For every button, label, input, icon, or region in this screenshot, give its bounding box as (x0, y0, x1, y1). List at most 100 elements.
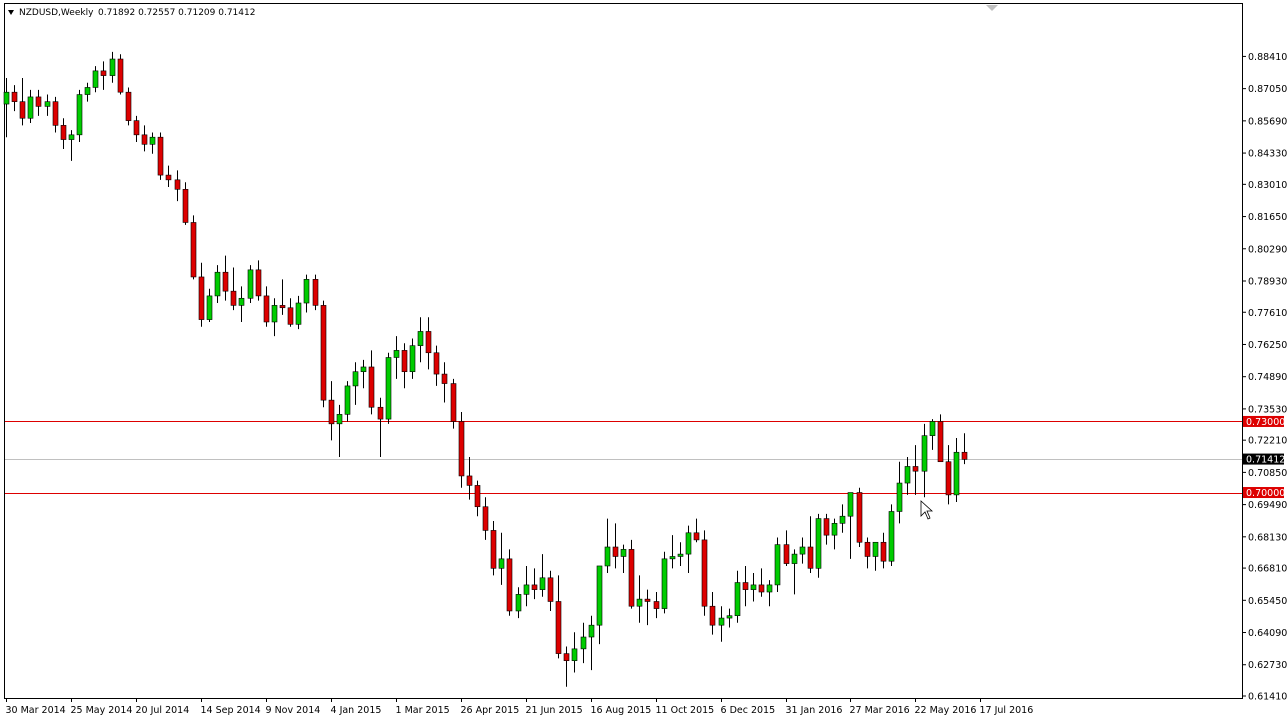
candle (125, 87, 132, 126)
bear-candle-body (401, 350, 408, 373)
candle (921, 423, 928, 498)
bear-candle-body (450, 383, 457, 422)
price-tick-label: 0.87050 (1248, 84, 1287, 95)
candle (182, 182, 189, 225)
bear-candle-body (312, 279, 319, 306)
candle (441, 362, 448, 403)
ohlc-readout: 0.71892 0.72557 0.71209 0.71412 (98, 8, 255, 18)
candle (588, 615, 595, 671)
time-axis: 30 Mar 2014 25 May 2014 20 Jul 2014 14 Sep … (6, 698, 1034, 716)
bull-candle-body (336, 414, 343, 425)
bull-candle-body (921, 435, 928, 472)
bear-candle-body (758, 584, 765, 593)
bull-candle-body (580, 636, 587, 650)
candle (912, 445, 919, 495)
price-tick-label: 0.77610 (1248, 308, 1287, 319)
bull-candle-body (498, 558, 505, 569)
bull-candle-body (896, 482, 903, 512)
bear-candle-body (368, 366, 375, 408)
candle (531, 568, 538, 600)
bull-candle-body (92, 70, 99, 88)
candle (880, 532, 887, 569)
candle (856, 487, 863, 548)
price-tick-label: 0.76250 (1248, 340, 1287, 351)
bear-candle-body (174, 179, 181, 190)
bear-candle-body (141, 134, 148, 145)
candle (644, 589, 651, 626)
time-tick-label: 21 Jun 2015 (526, 705, 583, 716)
bear-candle-body (100, 70, 107, 76)
price-tick-label: 0.73530 (1248, 404, 1287, 415)
candle (945, 445, 952, 505)
candle (831, 518, 838, 550)
candle (377, 397, 384, 457)
candle (482, 497, 489, 540)
bull-candle-body (27, 96, 34, 119)
bear-candle-body (287, 307, 294, 325)
bear-candle-body (222, 271, 229, 292)
candle (563, 646, 570, 687)
bull-candle-body (620, 549, 627, 557)
bull-candle-body (685, 532, 692, 555)
bear-candle-body (612, 546, 619, 557)
candle (872, 541, 879, 571)
time-tick-label: 11 Oct 2015 (656, 705, 715, 716)
triangle-down-icon[interactable] (8, 10, 14, 15)
bear-candle-body (945, 461, 952, 496)
bear-candle-body (35, 96, 42, 107)
bull-candle-body (76, 94, 83, 136)
time-tick-label: 17 Jul 2016 (980, 705, 1034, 716)
candle (515, 587, 522, 619)
bear-candle-body (19, 101, 26, 119)
bear-candle-body (864, 541, 871, 557)
candle (571, 632, 578, 673)
candle (336, 404, 343, 457)
candle (701, 530, 708, 616)
bull-candle-body (953, 451, 960, 496)
price-chart[interactable]: NZDUSD,Weekly 0.71892 0.72557 0.71209 0.… (0, 0, 1287, 723)
price-tick-label: 0.83010 (1248, 180, 1287, 191)
bear-candle-body (425, 331, 432, 354)
bull-candle-body (3, 91, 10, 105)
candle (823, 513, 830, 545)
bull-candle-body (271, 305, 278, 323)
bull-candle-body (766, 584, 773, 593)
candle (953, 438, 960, 502)
candle (190, 215, 197, 280)
candle (523, 565, 530, 607)
bear-candle-body (52, 101, 59, 126)
bull-candle-body (774, 544, 781, 586)
time-tick-label: 16 Aug 2015 (591, 705, 652, 716)
bull-candle-body (515, 594, 522, 612)
bull-candle-body (718, 617, 725, 626)
candle (287, 298, 294, 327)
candle (896, 461, 903, 524)
candle (352, 362, 359, 405)
candle (709, 592, 716, 635)
candle (734, 570, 741, 623)
chart-shift-marker[interactable] (986, 5, 998, 11)
candle (238, 286, 245, 322)
candle (726, 608, 733, 628)
candle (385, 352, 392, 424)
candle (44, 94, 51, 116)
time-tick-label: 20 Jul 2014 (136, 705, 190, 716)
candle (929, 419, 936, 450)
bear-candle-body (856, 492, 863, 543)
candle (555, 575, 562, 659)
candle (133, 115, 140, 142)
bear-candle-body (466, 475, 473, 486)
price-tick-label: 0.88410 (1248, 52, 1287, 63)
candle (303, 274, 310, 313)
bear-candle-body (555, 601, 562, 654)
bull-candle-body (417, 331, 424, 346)
level-price-badge: 0.70000 (1243, 487, 1285, 499)
bear-candle-body (279, 305, 286, 309)
candle (344, 381, 351, 422)
candle (498, 532, 505, 585)
bull-candle-body (677, 553, 684, 557)
candle (783, 530, 790, 566)
bear-candle-body (433, 352, 440, 375)
candle (596, 565, 603, 645)
candle (490, 520, 497, 576)
